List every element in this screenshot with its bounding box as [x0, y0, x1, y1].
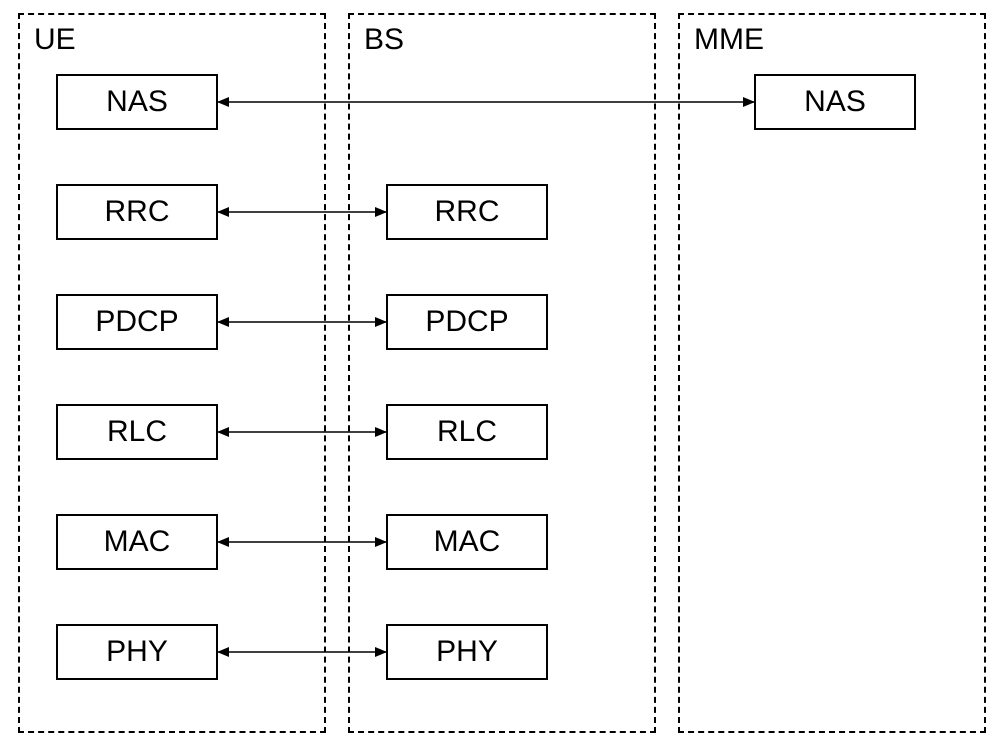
ue-nas-box: NAS [56, 74, 218, 130]
ue-rrc-box: RRC [56, 184, 218, 240]
ue-mac-box: MAC [56, 514, 218, 570]
bs-pdcp-box: PDCP [386, 294, 548, 350]
bs-mac-box: MAC [386, 514, 548, 570]
ue-phy-box: PHY [56, 624, 218, 680]
mme-nas-box: NAS [754, 74, 916, 130]
ue-pdcp-box: PDCP [56, 294, 218, 350]
column-ue-label: UE [34, 23, 76, 57]
column-mme-label: MME [694, 23, 764, 57]
bs-rrc-box: RRC [386, 184, 548, 240]
bs-phy-box: PHY [386, 624, 548, 680]
column-bs-label: BS [364, 23, 404, 57]
bs-rlc-box: RLC [386, 404, 548, 460]
diagram-canvas: UE BS MME NAS RRC PDCP RLC MAC PHY RRC P… [0, 0, 1000, 747]
ue-rlc-box: RLC [56, 404, 218, 460]
